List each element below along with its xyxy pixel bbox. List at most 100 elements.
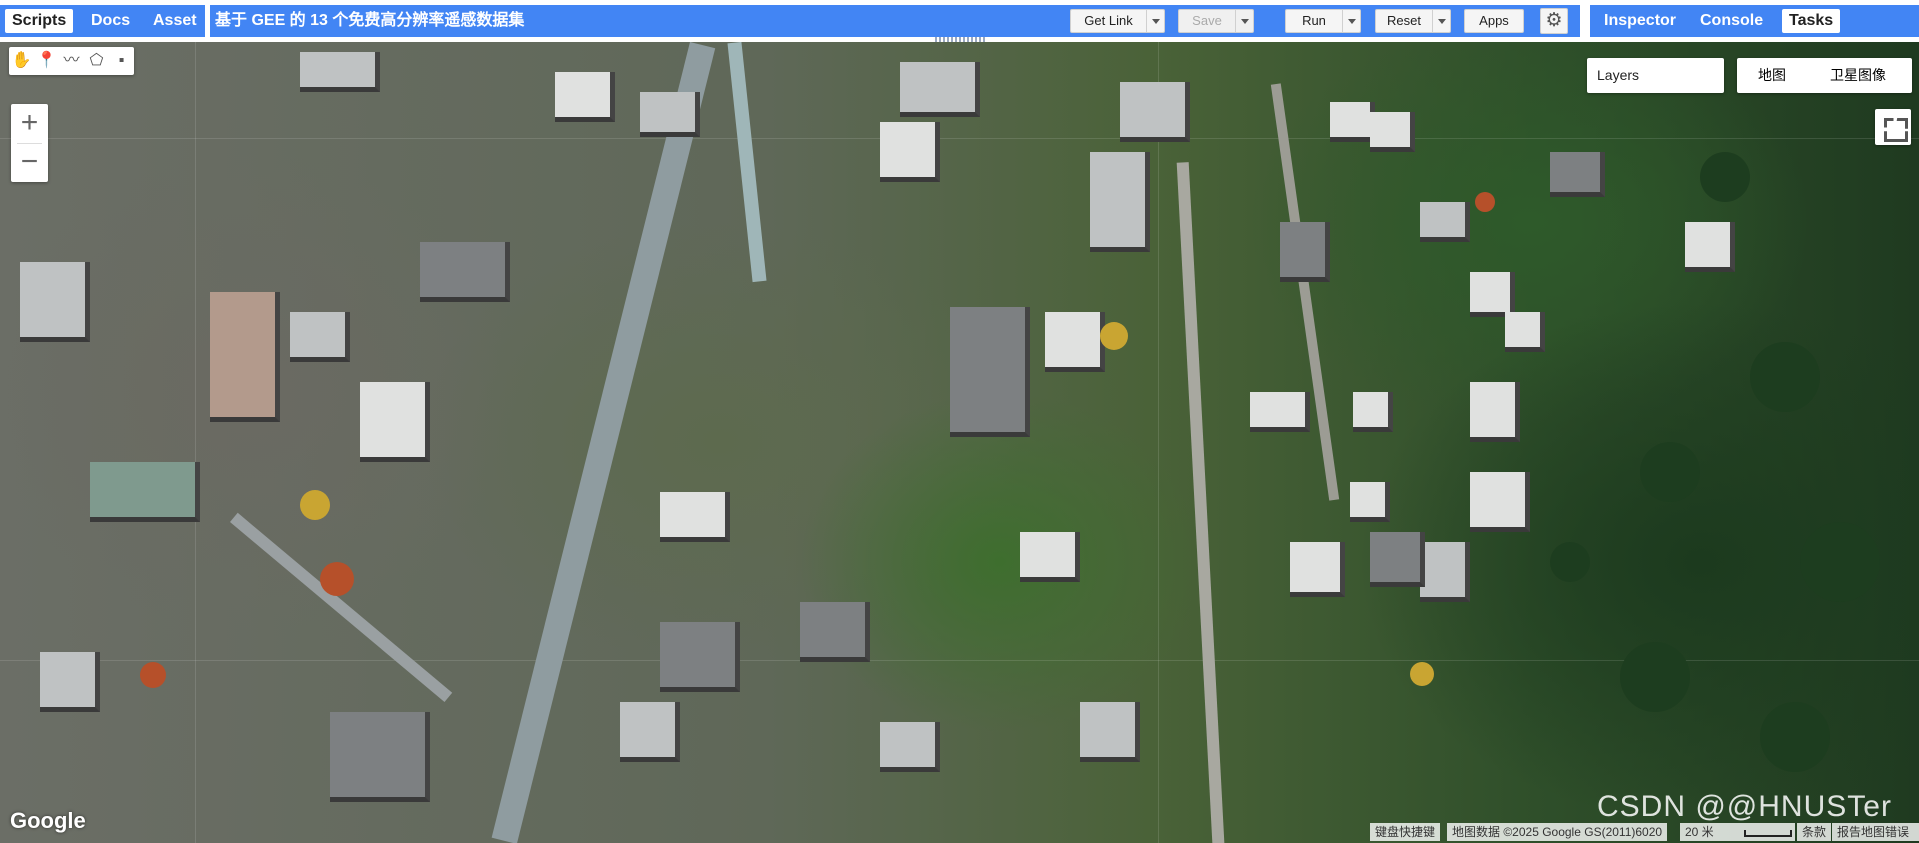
building (210, 292, 280, 422)
building (360, 382, 430, 462)
building (1020, 532, 1080, 582)
building (420, 242, 510, 302)
get-link-dropdown-icon[interactable] (1146, 10, 1164, 32)
polygon-icon[interactable]: ⬠ (84, 47, 109, 75)
river (727, 42, 767, 283)
layers-button[interactable]: Layers (1587, 58, 1724, 93)
marker-icon[interactable]: 📍 (34, 47, 59, 75)
building (90, 462, 200, 522)
building (1045, 312, 1105, 372)
tree (1100, 322, 1128, 350)
report-map-error-link[interactable]: 报告地图错误 (1832, 823, 1919, 841)
building (1470, 472, 1530, 532)
building (880, 722, 940, 772)
building (800, 602, 870, 662)
run-dropdown-icon[interactable] (1342, 10, 1360, 32)
railway (1176, 162, 1226, 843)
building (1330, 102, 1375, 142)
map-type-satellite[interactable]: 卫星图像 (1830, 58, 1886, 93)
map-type-toggle: 地图 卫星图像 (1737, 58, 1912, 93)
tree (320, 562, 354, 596)
top-bar: Scripts Docs Asset 基于 GEE 的 13 个免费高分辨率遥感… (0, 0, 1919, 42)
building (900, 62, 980, 117)
tree (1750, 342, 1820, 412)
tab-inspector[interactable]: Inspector (1597, 9, 1683, 33)
building (1420, 542, 1470, 602)
tab-tasks[interactable]: Tasks (1782, 9, 1841, 33)
reset-dropdown-icon[interactable] (1432, 10, 1450, 32)
building (1080, 702, 1140, 762)
terms-link[interactable]: 条款 (1797, 823, 1832, 841)
map-type-roadmap[interactable]: 地图 (1758, 58, 1786, 93)
tree (1410, 662, 1434, 686)
apps-button[interactable]: Apps (1464, 9, 1524, 33)
building (290, 312, 350, 362)
building (1090, 152, 1150, 252)
tree (1640, 442, 1700, 502)
zoom-in-button[interactable]: + (11, 104, 48, 143)
run-label: Run (1302, 13, 1326, 28)
building (1370, 532, 1425, 587)
watermark: CSDN @@HNUSTer (1597, 790, 1892, 823)
get-link-label: Get Link (1084, 13, 1133, 28)
rectangle-icon[interactable]: ▪ (109, 47, 134, 75)
road (230, 512, 453, 702)
save-dropdown-icon[interactable] (1235, 10, 1253, 32)
keyboard-shortcuts-link[interactable]: 键盘快捷键 (1370, 823, 1441, 841)
building (1420, 202, 1470, 242)
building (1353, 392, 1393, 432)
building (555, 72, 615, 122)
tile-border (0, 138, 1919, 139)
tile-border (195, 42, 196, 843)
building (660, 492, 730, 542)
tab-scripts[interactable]: Scripts (5, 9, 74, 33)
building (1120, 82, 1190, 142)
gear-icon[interactable]: ⚙ (1540, 8, 1568, 34)
building (1280, 222, 1330, 282)
building (1505, 312, 1545, 352)
reset-button[interactable]: Reset (1375, 9, 1451, 33)
building (1370, 112, 1415, 152)
tile-border (1158, 42, 1159, 843)
tab-console[interactable]: Console (1693, 9, 1770, 33)
map-data-attribution: 地图数据 ©2025 Google GS(2011)6020 (1447, 823, 1668, 841)
zoom-out-button[interactable]: − (11, 143, 48, 182)
building (950, 307, 1030, 437)
tab-docs[interactable]: Docs (84, 9, 137, 33)
building (660, 622, 740, 692)
tree (1620, 642, 1690, 712)
building (20, 262, 90, 342)
fullscreen-icon[interactable] (1875, 109, 1911, 145)
run-button[interactable]: Run (1285, 9, 1361, 33)
tree (300, 490, 330, 520)
building (1470, 382, 1520, 442)
get-link-button[interactable]: Get Link (1070, 9, 1165, 33)
building (620, 702, 680, 762)
zoom-control: + − (11, 104, 48, 182)
save-button[interactable]: Save (1178, 9, 1254, 33)
google-logo: Google (10, 808, 86, 833)
building (1290, 542, 1345, 597)
building (640, 92, 700, 137)
reset-label: Reset (1387, 13, 1421, 28)
map-canvas[interactable]: ✋ 📍 〰 ⬠ ▪ + − Layers 地图 卫星图像 Google CSDN… (0, 42, 1919, 843)
zoom-divider (17, 143, 42, 144)
tab-assets[interactable]: Asset (146, 9, 204, 33)
tree (1760, 702, 1830, 772)
scale-bar-line (1744, 830, 1792, 837)
scale-label: 20 米 (1685, 825, 1714, 839)
building (1685, 222, 1735, 272)
tree (1800, 522, 1880, 602)
building (1350, 482, 1390, 522)
tree (1550, 542, 1590, 582)
road (491, 42, 716, 843)
line-icon[interactable]: 〰 (59, 47, 84, 75)
tree (1475, 192, 1495, 212)
save-label: Save (1192, 13, 1222, 28)
script-title[interactable]: 基于 GEE 的 13 个免费高分辨率遥感数据集 (215, 9, 524, 33)
tree (1700, 152, 1750, 202)
road (1270, 83, 1340, 501)
building (1550, 152, 1605, 197)
drawing-tools: ✋ 📍 〰 ⬠ ▪ (9, 47, 134, 75)
hand-icon[interactable]: ✋ (9, 47, 34, 75)
